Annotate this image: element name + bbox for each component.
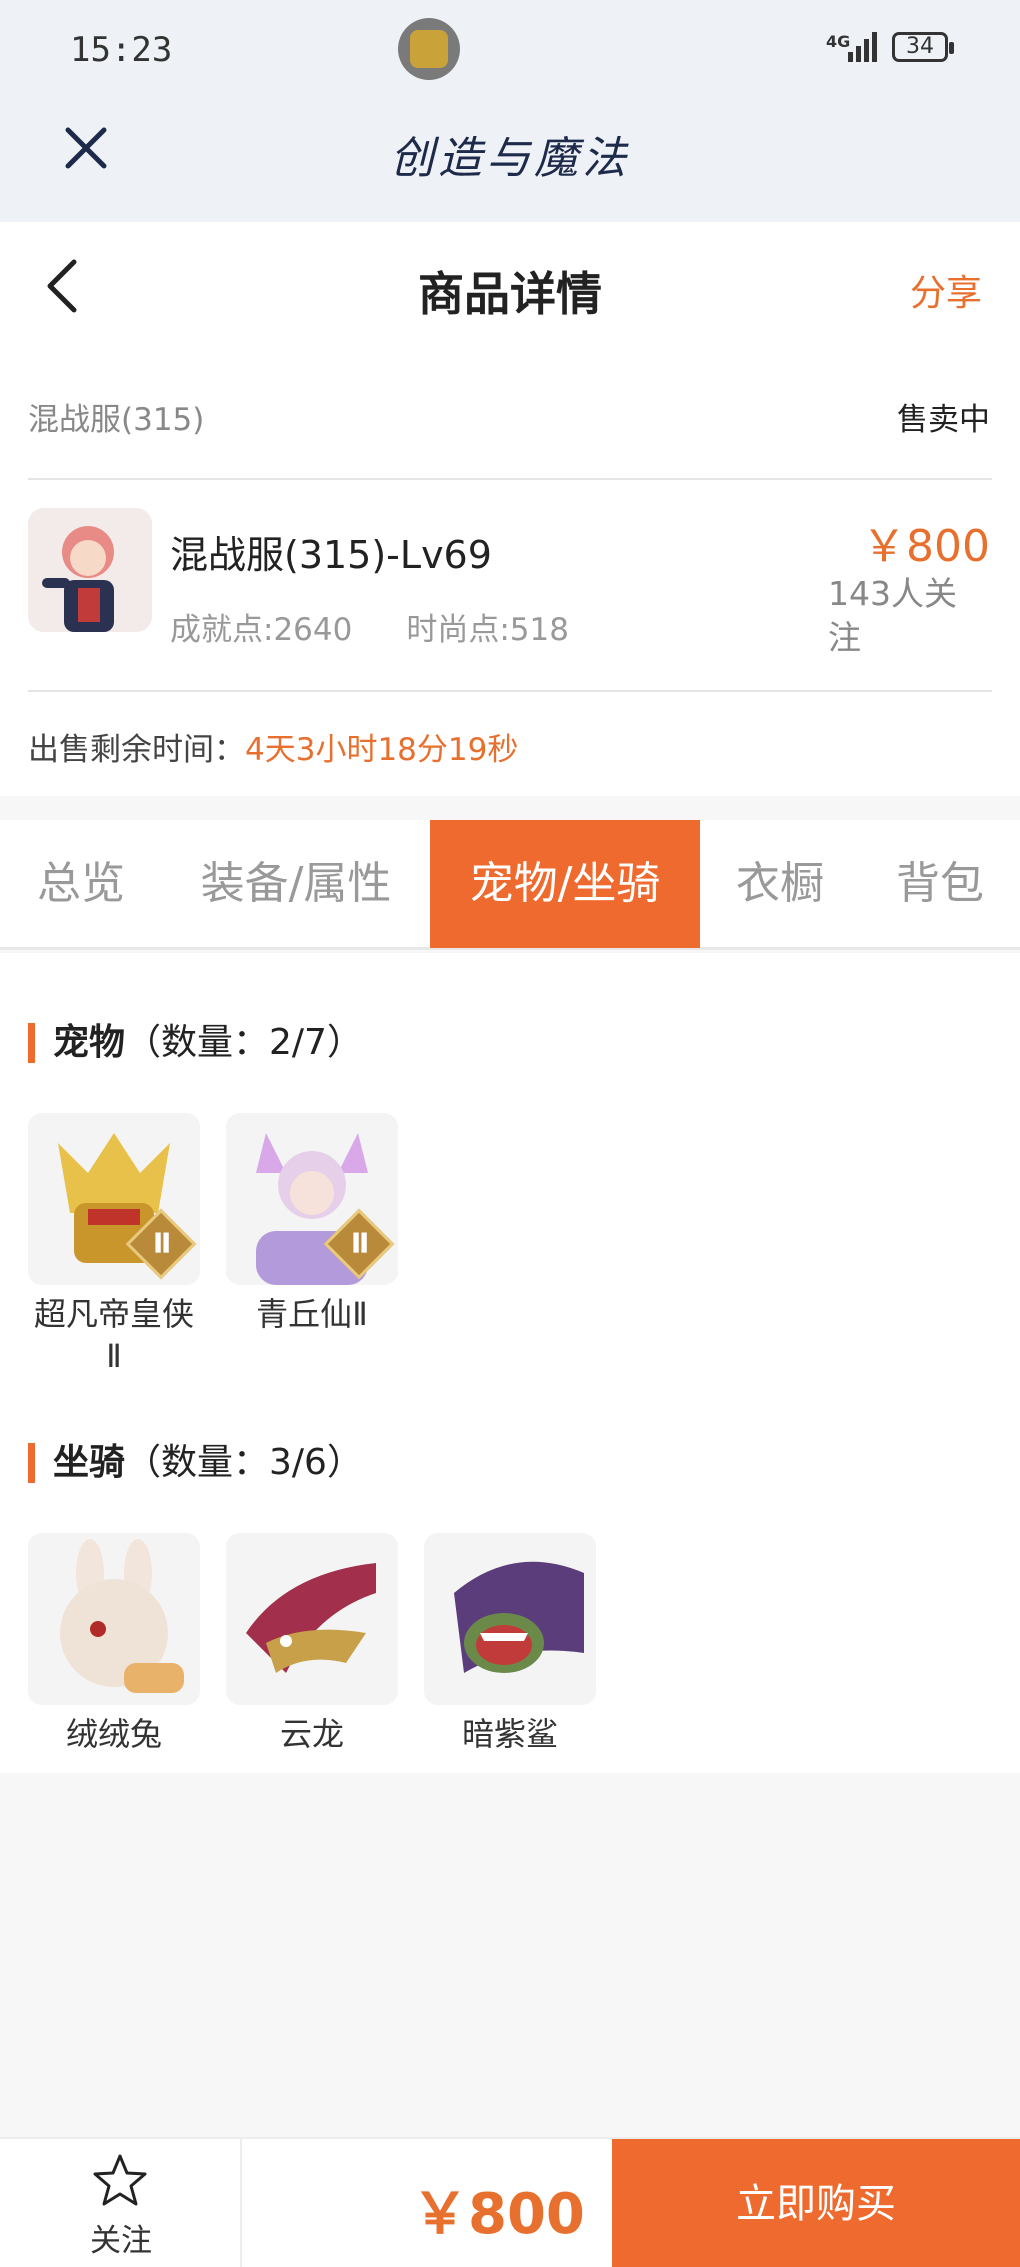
product-name: 混战服(315)-Lv69	[170, 533, 492, 577]
divider	[28, 690, 992, 692]
pets-section-title: 宠物（数量：2/7）	[28, 1023, 363, 1063]
follow-button[interactable]: 关注	[0, 2139, 242, 2267]
mount-item[interactable]: 绒绒兔	[28, 1533, 200, 1755]
pet-item[interactable]: Ⅱ 超凡帝皇侠Ⅱ	[28, 1113, 200, 1377]
star-icon	[93, 2154, 147, 2206]
mounts-title: 坐骑	[53, 1442, 126, 1483]
app-logo-icon	[398, 18, 460, 80]
pets-title: 宠物	[53, 1022, 126, 1063]
battery-icon: 34	[892, 32, 954, 62]
tab-overview[interactable]: 总览	[0, 820, 162, 948]
pet-item[interactable]: Ⅱ 青丘仙Ⅱ	[226, 1113, 398, 1335]
points-row: 成就点:2640 时尚点:518	[170, 604, 623, 649]
mount-thumbnail	[424, 1533, 596, 1705]
pet-thumbnail: Ⅱ	[226, 1113, 398, 1285]
follow-label: 关注	[90, 2223, 152, 2259]
mounts-section-title: 坐骑（数量：3/6）	[28, 1443, 363, 1483]
mount-name: 云龙	[279, 1715, 344, 1753]
product-card: 混战服(315) 售卖中 混战服(315)-Lv69 成就点:2640 时尚点:5…	[0, 352, 1020, 796]
remaining-time-value: 4天3小时18分19秒	[245, 732, 519, 768]
avatar	[28, 508, 152, 632]
watcher-count: 143人关注	[828, 574, 957, 657]
app-bar: 创造与魔法	[0, 100, 1020, 222]
fashion-points: 时尚点:518	[406, 612, 569, 648]
tab-bar: 总览 装备/属性 宠物/坐骑 衣橱 背包	[0, 820, 1020, 950]
tab-equipment[interactable]: 装备/属性	[162, 820, 430, 948]
pet-name: 青丘仙Ⅱ	[256, 1295, 368, 1333]
pet-name: 超凡帝皇侠Ⅱ	[33, 1295, 194, 1375]
divider	[28, 478, 992, 480]
buy-now-button[interactable]: 立即购买	[612, 2139, 1020, 2267]
mounts-count: （数量：3/6）	[125, 1442, 363, 1483]
remaining-time: 出售剩余时间：4天3小时18分19秒	[28, 724, 518, 769]
tab-pets-mounts[interactable]: 宠物/坐骑	[430, 820, 700, 948]
status-bar: 15:23 4G 34	[0, 0, 1020, 100]
page-title: 商品详情	[418, 267, 602, 321]
app-title: 创造与魔法	[390, 133, 630, 184]
share-button[interactable]: 分享	[910, 264, 982, 316]
dragon-icon	[226, 1533, 398, 1705]
pet-thumbnail: Ⅱ	[28, 1113, 200, 1285]
server-label: 混战服(315)	[28, 402, 205, 438]
pets-mounts-panel: 宠物（数量：2/7） Ⅱ 超凡帝皇侠Ⅱ Ⅱ 青丘仙Ⅱ 坐骑（数量：3/6） 绒绒…	[0, 953, 1020, 1773]
mount-thumbnail	[28, 1533, 200, 1705]
tab-backpack[interactable]: 背包	[860, 820, 1020, 948]
product-price: ￥800	[862, 521, 990, 572]
mount-name: 绒绒兔	[65, 1715, 162, 1753]
tab-wardrobe[interactable]: 衣橱	[700, 820, 860, 948]
page-header: 商品详情 分享	[0, 222, 1020, 352]
pickaxe-icon	[410, 30, 448, 68]
clock: 15:23	[70, 30, 173, 70]
mount-name: 暗紫鲨	[461, 1715, 558, 1753]
pets-count: （数量：2/7）	[125, 1022, 363, 1063]
bottom-price: ￥800	[412, 2182, 585, 2247]
mount-item[interactable]: 云龙	[226, 1533, 398, 1755]
rabbit-icon	[28, 1533, 200, 1705]
mount-item[interactable]: 暗紫鲨	[424, 1533, 596, 1755]
character-portrait-icon	[28, 508, 152, 632]
bottom-action-bar: 关注 ￥800 立即购买	[0, 2137, 1020, 2267]
achievement-points: 成就点:2640	[170, 612, 353, 648]
status-badge: 售卖中	[897, 402, 990, 438]
remaining-time-label: 出售剩余时间：	[28, 732, 245, 768]
shark-icon	[424, 1533, 596, 1705]
mount-thumbnail	[226, 1533, 398, 1705]
signal-bars-icon	[848, 32, 877, 62]
